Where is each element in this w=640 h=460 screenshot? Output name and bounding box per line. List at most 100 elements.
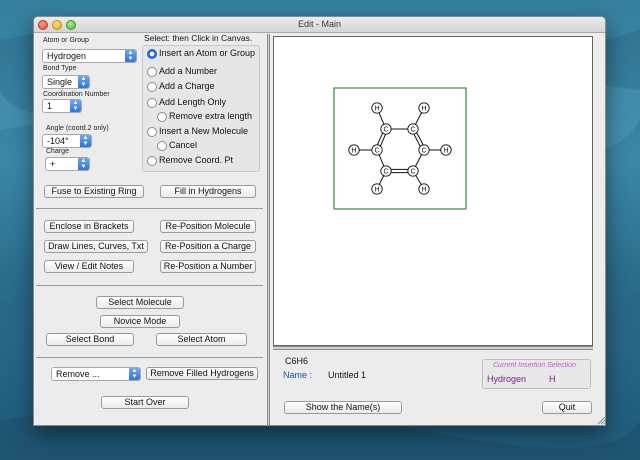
atom-label: H	[351, 148, 356, 155]
remove-select[interactable]: Remove ... ▲ ▼	[51, 367, 141, 381]
radio-icon	[147, 67, 157, 77]
canvas-svg: H H H H H H C C C C C C	[333, 87, 467, 210]
radio-icon	[147, 82, 157, 92]
radio-label: Insert an Atom or Group	[159, 48, 256, 58]
insert-mode-group: Insert an Atom or Group Add a Number Add…	[142, 45, 260, 172]
radio-label: Add a Number	[159, 66, 218, 76]
atom-label: H	[421, 106, 426, 113]
radio-insert-atom[interactable]: Insert an Atom or Group	[147, 48, 259, 64]
select-arrows-icon: ▲ ▼	[78, 76, 89, 88]
radio-icon	[157, 141, 167, 151]
select-molecule-button[interactable]: Select Molecule	[96, 296, 184, 309]
bond-type-label: Bond Type	[43, 65, 77, 72]
divider	[36, 357, 263, 358]
resize-grip-icon[interactable]	[596, 415, 606, 425]
radio-label: Add a Charge	[159, 81, 215, 91]
insertion-title: Current Insertion Selection	[493, 362, 576, 369]
atom-label: C	[374, 148, 379, 155]
fill-hydrogens-button[interactable]: Fill in Hydrogens	[160, 185, 256, 198]
charge-label: Charge	[46, 148, 69, 155]
current-insertion-panel: Current Insertion Selection Hydrogen H	[482, 359, 591, 389]
insertion-symbol: H	[549, 374, 556, 384]
radio-heading: Select: then Click in Canvas.	[144, 33, 253, 43]
select-arrows-icon: ▲ ▼	[70, 100, 81, 112]
atom-label: C	[383, 169, 388, 176]
divider	[36, 208, 263, 209]
insertion-name: Hydrogen	[487, 374, 527, 384]
reposition-molecule-button[interactable]: Re-Position Molecule	[160, 220, 256, 233]
radio-icon	[157, 112, 167, 122]
atom-label: C	[383, 127, 388, 134]
atom-h[interactable]: H	[418, 102, 430, 114]
enclose-brackets-button[interactable]: Enclose in Brackets	[44, 220, 134, 233]
radio-label: Cancel	[169, 140, 198, 150]
select-arrows-icon: ▲ ▼	[78, 158, 89, 170]
atom-label: H	[421, 187, 426, 194]
divider	[36, 285, 263, 286]
split-handle[interactable]	[273, 346, 593, 350]
atom-label: C	[421, 148, 426, 155]
radio-icon	[147, 127, 157, 137]
show-name-button[interactable]: Show the Name(s)	[284, 401, 402, 414]
name-label: Name :	[283, 370, 313, 380]
remove-filled-hydrogens-button[interactable]: Remove Filled Hydrogens	[146, 367, 258, 380]
atom-label: H	[374, 106, 379, 113]
bond-type-value: Single	[47, 77, 73, 87]
fuse-ring-button[interactable]: Fuse to Existing Ring	[44, 185, 144, 198]
reposition-number-button[interactable]: Re-Position a Number	[160, 260, 256, 273]
angle-label: Angle (coord.2 only)	[46, 125, 109, 132]
atom-h[interactable]: H	[440, 144, 452, 156]
radio-label: Insert a New Molecule	[159, 126, 249, 136]
draw-lines-button[interactable]: Draw Lines, Curves, Txt	[44, 240, 148, 253]
atom-c[interactable]: C	[407, 165, 419, 177]
fuse-ring-label: Fuse to Existing Ring	[51, 186, 137, 196]
start-over-button[interactable]: Start Over	[101, 396, 189, 409]
coordination-select[interactable]: 1 ▲ ▼	[42, 99, 82, 113]
view-notes-button[interactable]: View / Edit Notes	[44, 260, 134, 273]
atom-c[interactable]: C	[371, 144, 383, 156]
charge-select[interactable]: + ▲ ▼	[45, 157, 90, 171]
atom-c[interactable]: C	[380, 123, 392, 135]
select-bond-button[interactable]: Select Bond	[46, 333, 134, 346]
atom-h[interactable]: H	[371, 102, 383, 114]
reposition-charge-button[interactable]: Re-Position a Charge	[160, 240, 256, 253]
drawing-canvas[interactable]: H H H H H H C C C C C C	[273, 36, 593, 346]
window-title: Edit - Main	[297, 19, 341, 29]
charge-value: +	[50, 159, 56, 169]
quit-button[interactable]: Quit	[542, 401, 592, 414]
atom-group-label: Atom or Group	[43, 37, 89, 44]
select-atom-button[interactable]: Select Atom	[156, 333, 247, 346]
radio-icon	[147, 98, 157, 108]
atom-c[interactable]: C	[380, 165, 392, 177]
atom-label: H	[374, 187, 379, 194]
select-arrows-icon: ▲ ▼	[80, 135, 91, 147]
remove-value: Remove ...	[56, 369, 100, 379]
benzene-molecule[interactable]: H H H H H H C C C C C C	[348, 102, 452, 195]
coordination-label: Coordination Number	[43, 91, 110, 98]
name-value: Untitled 1	[328, 370, 367, 380]
atom-label: C	[410, 169, 415, 176]
radio-label: Remove extra length	[169, 111, 253, 121]
radio-label: Add Length Only	[159, 97, 227, 107]
select-arrows-icon: ▲ ▼	[125, 50, 136, 62]
atom-label: H	[443, 148, 448, 155]
main-window: Edit - Main Atom or Group Hydrogen ▲ ▼ Bo…	[33, 16, 606, 426]
atom-group-select[interactable]: Hydrogen ▲ ▼	[42, 49, 137, 63]
atom-h[interactable]: H	[418, 183, 430, 195]
atom-h[interactable]: H	[371, 183, 383, 195]
title-bar: Edit - Main	[34, 17, 605, 33]
select-arrows-icon: ▲ ▼	[129, 368, 140, 380]
formula-text: C6H6	[285, 356, 309, 366]
bond-type-select[interactable]: Single ▲ ▼	[42, 75, 90, 89]
panel-divider[interactable]	[267, 34, 270, 425]
atom-label: C	[410, 127, 415, 134]
atom-c[interactable]: C	[418, 144, 430, 156]
angle-select[interactable]: -104° ▲ ▼	[42, 134, 92, 148]
atom-c[interactable]: C	[407, 123, 419, 135]
novice-mode-button[interactable]: Novice Mode	[100, 315, 180, 328]
radio-selected-icon	[147, 49, 157, 59]
atom-group-value: Hydrogen	[47, 51, 87, 61]
atom-h[interactable]: H	[348, 144, 360, 156]
coordination-value: 1	[47, 101, 53, 111]
radio-icon	[147, 156, 157, 166]
